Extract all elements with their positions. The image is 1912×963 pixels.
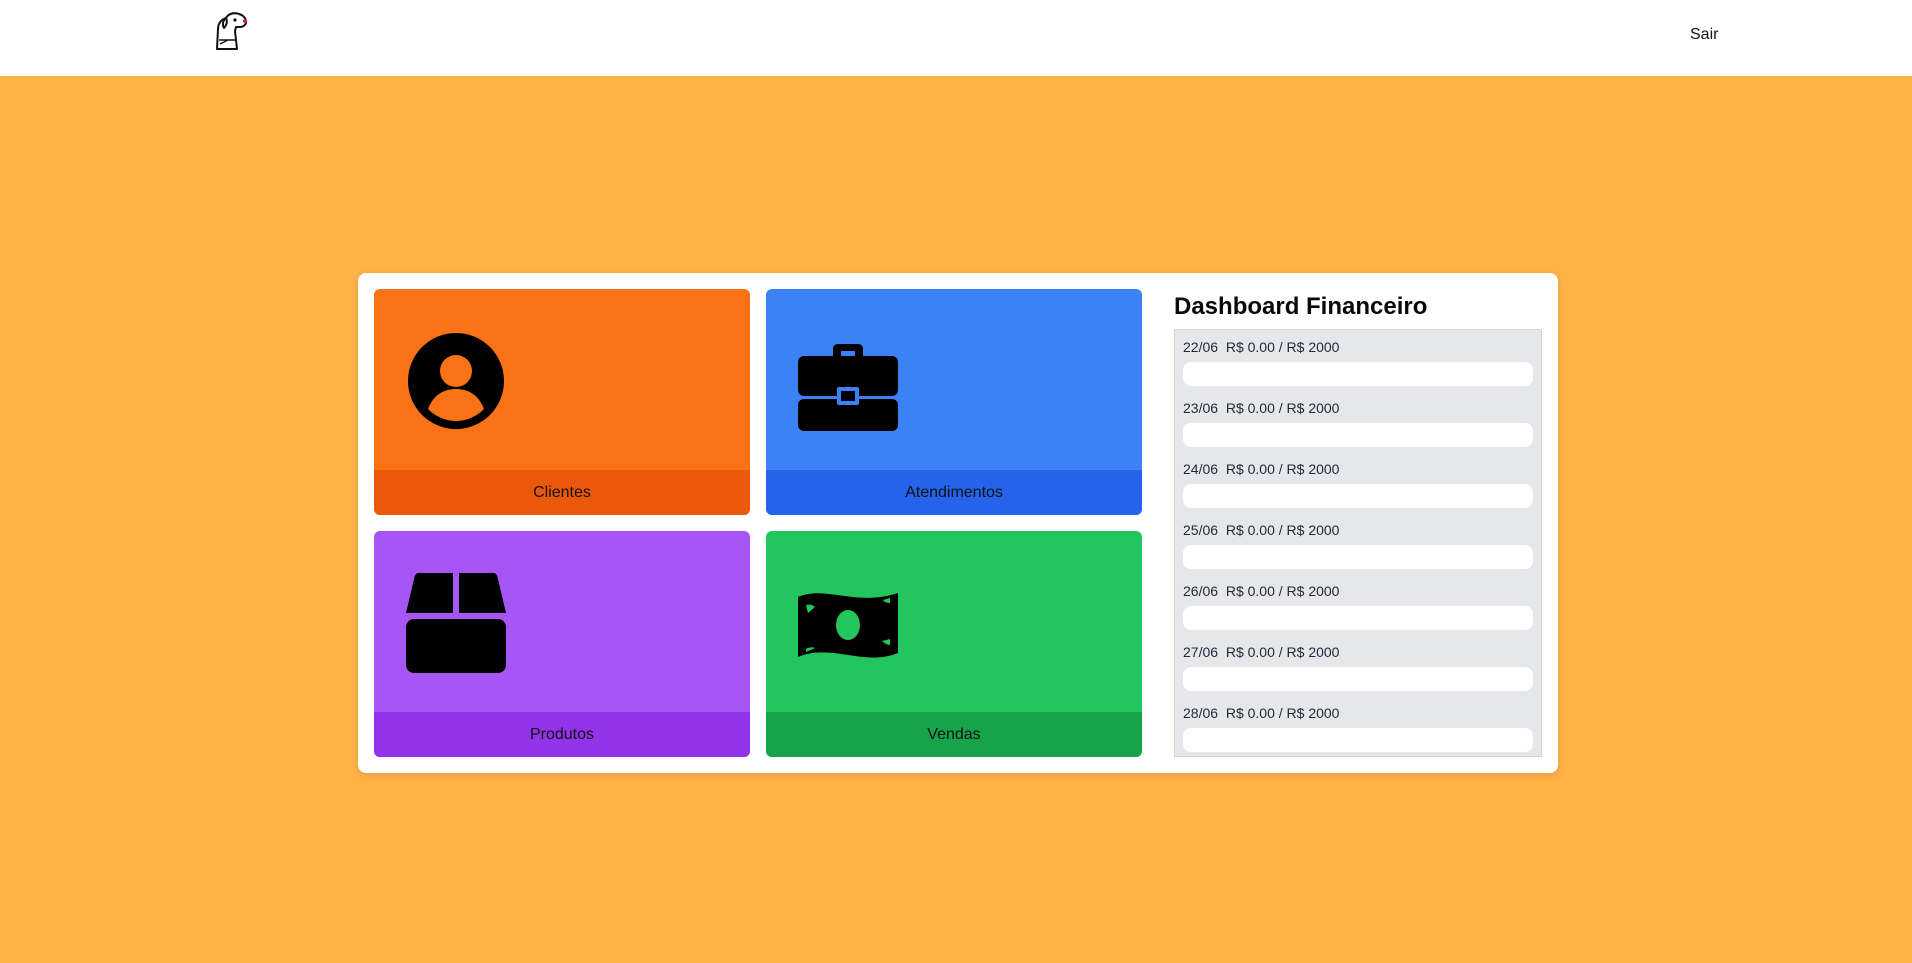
row-label: 22/06 R$ 0.00 / R$ 2000: [1183, 339, 1533, 356]
row-date: 26/06: [1183, 583, 1219, 599]
progress-bar: [1183, 545, 1533, 569]
list-item: 23/06 R$ 0.00 / R$ 2000: [1183, 400, 1533, 461]
card-label: Atendimentos: [766, 470, 1142, 515]
list-item: 28/06 R$ 0.00 / R$ 2000: [1183, 705, 1533, 766]
row-date: 22/06: [1183, 339, 1219, 355]
row-value: R$ 0.00 / R$ 2000: [1225, 583, 1340, 599]
row-date: 27/06: [1183, 644, 1219, 660]
briefcase-icon: [796, 329, 900, 433]
dashboard-list: 22/06 R$ 0.00 / R$ 2000 23/06 R$ 0.00 / …: [1174, 329, 1542, 757]
row-label: 25/06 R$ 0.00 / R$ 2000: [1183, 522, 1533, 539]
card-label: Vendas: [766, 712, 1142, 757]
box-icon: [404, 571, 508, 675]
card-vendas[interactable]: Vendas: [766, 531, 1142, 757]
dashboard-title: Dashboard Financeiro: [1174, 293, 1428, 320]
row-value: R$ 0.00 / R$ 2000: [1225, 522, 1340, 538]
money-bill-icon: [796, 571, 900, 675]
row-label: 27/06 R$ 0.00 / R$ 2000: [1183, 644, 1533, 661]
list-item: 25/06 R$ 0.00 / R$ 2000: [1183, 522, 1533, 583]
row-date: 23/06: [1183, 400, 1219, 416]
row-value: R$ 0.00 / R$ 2000: [1225, 400, 1340, 416]
row-value: R$ 0.00 / R$ 2000: [1225, 461, 1340, 477]
row-date: 28/06: [1183, 705, 1219, 721]
dog-logo-icon[interactable]: [208, 11, 250, 51]
progress-bar: [1183, 423, 1533, 447]
list-item: 22/06 R$ 0.00 / R$ 2000: [1183, 339, 1533, 400]
logout-link[interactable]: Sair: [1690, 26, 1718, 44]
list-item: 27/06 R$ 0.00 / R$ 2000: [1183, 644, 1533, 705]
card-label: Clientes: [374, 470, 750, 515]
progress-bar: [1183, 362, 1533, 386]
progress-bar: [1183, 484, 1533, 508]
main-panel: Clientes Atendimentos Produtos Vendas Da…: [358, 273, 1558, 773]
card-label: Produtos: [374, 712, 750, 757]
list-item: 26/06 R$ 0.00 / R$ 2000: [1183, 583, 1533, 644]
row-value: R$ 0.00 / R$ 2000: [1225, 705, 1340, 721]
row-label: 24/06 R$ 0.00 / R$ 2000: [1183, 461, 1533, 478]
row-value: R$ 0.00 / R$ 2000: [1225, 339, 1340, 355]
row-label: 28/06 R$ 0.00 / R$ 2000: [1183, 705, 1533, 722]
progress-bar: [1183, 606, 1533, 630]
user-circle-icon: [404, 329, 508, 433]
row-label: 26/06 R$ 0.00 / R$ 2000: [1183, 583, 1533, 600]
card-atendimentos[interactable]: Atendimentos: [766, 289, 1142, 515]
list-item: 24/06 R$ 0.00 / R$ 2000: [1183, 461, 1533, 522]
row-value: R$ 0.00 / R$ 2000: [1225, 644, 1340, 660]
progress-bar: [1183, 728, 1533, 752]
card-clientes[interactable]: Clientes: [374, 289, 750, 515]
row-date: 25/06: [1183, 522, 1219, 538]
row-label: 23/06 R$ 0.00 / R$ 2000: [1183, 400, 1533, 417]
card-produtos[interactable]: Produtos: [374, 531, 750, 757]
row-date: 24/06: [1183, 461, 1219, 477]
progress-bar: [1183, 667, 1533, 691]
top-navbar: Sair: [0, 0, 1912, 76]
